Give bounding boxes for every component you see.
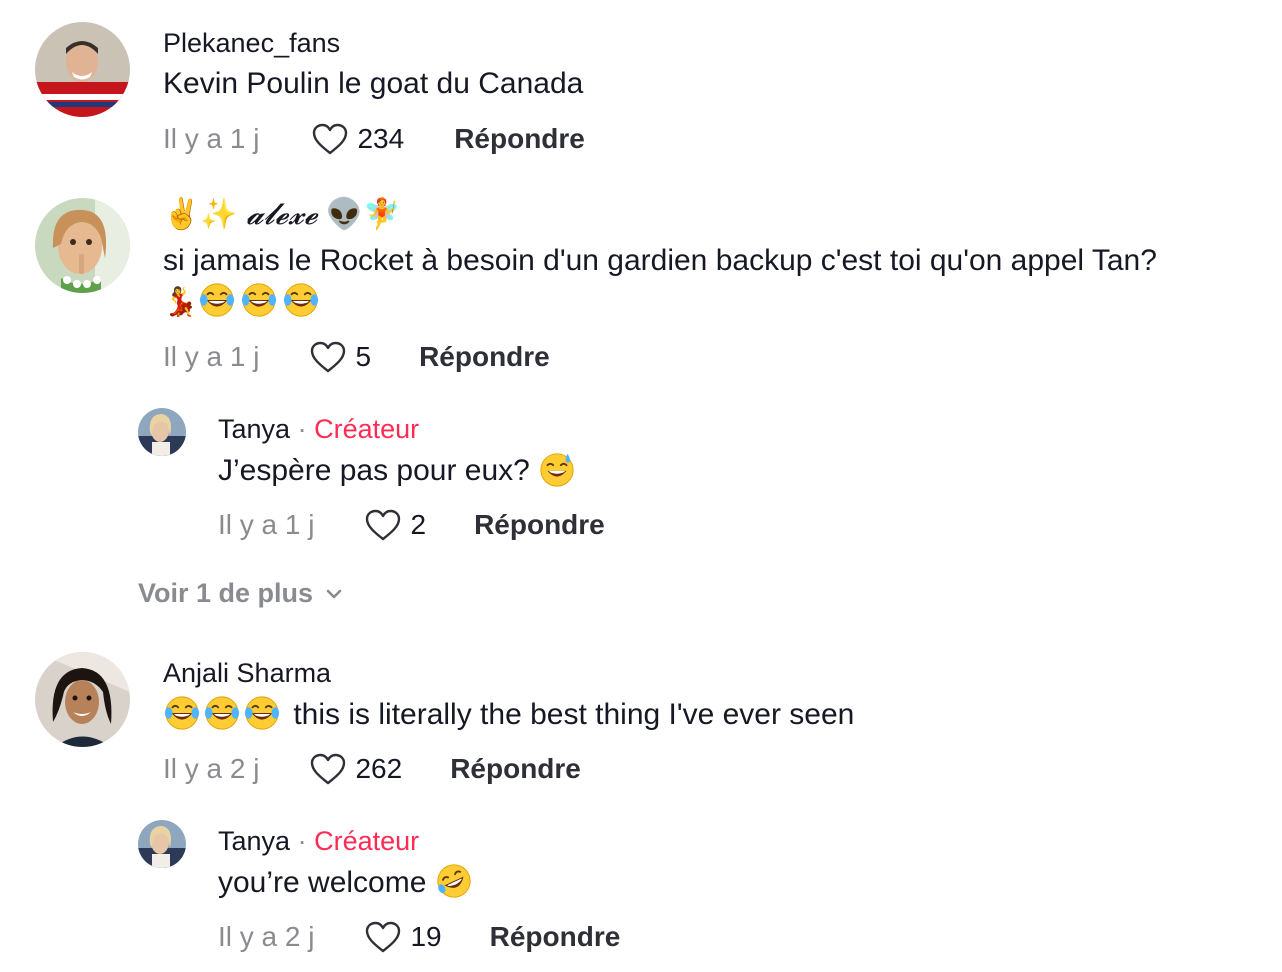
chevron-down-icon	[326, 589, 342, 598]
comment-text: J’espère pas pour eux?	[218, 451, 580, 492]
like-button[interactable]: 262	[309, 752, 402, 786]
like-count: 234	[357, 123, 405, 154]
comment-meta: Il y a 1 j 234 Répondre	[163, 119, 585, 159]
like-button[interactable]: 2	[364, 508, 426, 542]
reply-button[interactable]: Répondre	[419, 341, 550, 373]
face-with-tears-of-joy-emoji	[282, 281, 320, 319]
separator-dot: ·	[297, 826, 307, 856]
comment-meta: Il y a 1 j 2 Répondre	[218, 505, 605, 545]
reply-button[interactable]: Répondre	[454, 123, 585, 155]
comment-time: Il y a 1 j	[163, 123, 260, 154]
face-with-tears-of-joy-emoji	[203, 694, 241, 732]
grinning-face-with-sweat-emoji	[538, 450, 576, 488]
comment-text-content: you’re welcome	[218, 866, 427, 899]
creator-badge: Créateur	[314, 826, 420, 856]
face-with-tears-of-joy-emoji	[198, 281, 236, 319]
comment-text-emoji-line: 💃	[163, 282, 324, 323]
alien-emoji: 👽	[325, 198, 364, 231]
avatar[interactable]	[138, 408, 186, 456]
comment-time: Il y a 2 j	[218, 921, 315, 952]
comment-text-content: this is literally the best thing I've ev…	[293, 698, 855, 731]
heart-outline-icon	[311, 122, 349, 156]
comment-time: Il y a 1 j	[163, 341, 260, 372]
username-text: Tanya	[218, 414, 291, 444]
avatar[interactable]	[35, 198, 130, 293]
like-button[interactable]: 5	[309, 340, 371, 374]
face-with-tears-of-joy-emoji	[243, 694, 281, 732]
comment-text: you’re welcome	[218, 863, 477, 904]
heart-outline-icon	[309, 752, 347, 786]
comment-username[interactable]: Tanya · Créateur	[218, 416, 419, 443]
comment-username[interactable]: ✌️✨ 𝓪𝓵𝓮𝔁𝓮 👽🧚	[163, 200, 401, 230]
reply-button[interactable]: Répondre	[474, 509, 605, 541]
heart-outline-icon	[309, 340, 347, 374]
comment-meta: Il y a 2 j 19 Répondre	[218, 917, 620, 957]
avatar[interactable]	[35, 22, 130, 117]
victory-hand-emoji: ✌️	[163, 198, 201, 231]
fairy-emoji: 🧚	[363, 198, 401, 231]
username-text: Tanya	[218, 826, 291, 856]
comment-username[interactable]: Anjali Sharma	[163, 660, 331, 687]
heart-outline-icon	[364, 920, 402, 954]
view-more-label: Voir 1 de plus	[138, 578, 314, 608]
creator-badge: Créateur	[314, 414, 420, 444]
like-count: 262	[355, 753, 403, 784]
comment-text-content: J’espère pas pour eux?	[218, 454, 530, 487]
face-with-tears-of-joy-emoji	[240, 281, 278, 319]
reply-button[interactable]: Répondre	[450, 753, 581, 785]
comment-username[interactable]: Plekanec_fans	[163, 30, 340, 57]
comment-username[interactable]: Tanya · Créateur	[218, 828, 419, 855]
comment-time: Il y a 2 j	[163, 753, 260, 784]
like-count: 2	[410, 509, 427, 540]
dancer-emoji: 💃	[163, 286, 198, 317]
avatar[interactable]	[138, 820, 186, 868]
comment-text: Kevin Poulin le goat du Canada	[163, 67, 584, 100]
like-count: 19	[410, 921, 442, 952]
comment-meta: Il y a 1 j 5 Répondre	[163, 337, 550, 377]
comment-meta: Il y a 2 j 262 Répondre	[163, 749, 581, 789]
sparkles-emoji: ✨	[200, 198, 238, 231]
like-button[interactable]: 234	[311, 122, 404, 156]
face-with-tears-of-joy-emoji	[163, 694, 201, 732]
rolling-on-floor-laughing-emoji	[435, 862, 473, 900]
separator-dot: ·	[297, 414, 307, 444]
heart-outline-icon	[364, 508, 402, 542]
comment-text: si jamais le Rocket à besoin d'un gardie…	[163, 244, 1157, 277]
comment-time: Il y a 1 j	[218, 509, 315, 540]
username-text: 𝓪𝓵𝓮𝔁𝓮	[246, 197, 318, 232]
like-button[interactable]: 19	[364, 920, 442, 954]
comment-text: this is literally the best thing I've ev…	[163, 695, 854, 736]
avatar[interactable]	[35, 652, 130, 747]
reply-button[interactable]: Répondre	[490, 921, 621, 953]
like-count: 5	[355, 341, 372, 372]
view-more-replies-button[interactable]: Voir 1 de plus	[138, 578, 345, 609]
